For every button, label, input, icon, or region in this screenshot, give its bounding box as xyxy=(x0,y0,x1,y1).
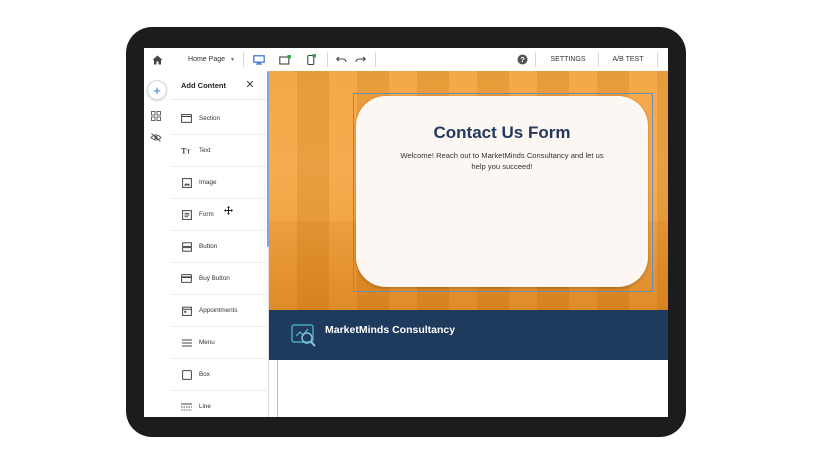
panel-item-label: Menu xyxy=(199,339,215,346)
panel-item-section[interactable]: Section xyxy=(172,103,267,135)
panel-item-label: Line xyxy=(199,403,211,410)
move-cursor-icon xyxy=(224,206,233,215)
form-icon xyxy=(181,209,192,220)
hero-section[interactable]: Contact Us Form Welcome! Reach out to Ma… xyxy=(269,71,668,310)
page-selector-label: Home Page xyxy=(188,56,225,63)
panel-item-label: Form xyxy=(199,211,214,218)
home-icon[interactable] xyxy=(149,48,165,71)
company-name: MarketMinds Consultancy xyxy=(325,324,456,336)
desktop-icon[interactable] xyxy=(250,48,268,71)
panel-item-text[interactable]: TT Text xyxy=(172,135,267,167)
panel-item-buy-button[interactable]: Buy Button xyxy=(172,263,267,295)
panel-item-label: Button xyxy=(199,243,218,250)
panel-item-form[interactable]: Form xyxy=(172,199,267,231)
panel-item-appointments[interactable]: Appointments xyxy=(172,295,267,327)
left-rail: + xyxy=(144,71,173,417)
tablet-add-icon[interactable] xyxy=(276,48,294,71)
panel-item-label: Appointments xyxy=(199,307,238,314)
page-canvas[interactable]: Contact Us Form Welcome! Reach out to Ma… xyxy=(269,71,668,417)
panel-item-label: Box xyxy=(199,371,210,378)
panel-item-label: Buy Button xyxy=(199,275,230,282)
toolbar-divider xyxy=(375,52,376,67)
editor-screen: Home Page ▼ ? SETTINGS A/B TEST + Add Co… xyxy=(144,48,668,417)
ab-test-button[interactable]: A/B TEST xyxy=(606,48,650,71)
contact-form-card[interactable]: Contact Us Form Welcome! Reach out to Ma… xyxy=(356,96,648,287)
panel-item-box[interactable]: Box xyxy=(172,359,267,391)
add-content-panel: Add Content ✕ Section TT Text Image Form… xyxy=(172,71,269,417)
form-title: Contact Us Form xyxy=(433,123,571,142)
layout-guide-line xyxy=(277,360,278,417)
ab-test-label: A/B TEST xyxy=(612,56,644,63)
toolbar-divider xyxy=(327,52,328,67)
help-icon[interactable]: ? xyxy=(514,48,530,71)
grid-icon[interactable] xyxy=(150,110,162,122)
text-icon: TT xyxy=(181,145,192,156)
settings-button[interactable]: SETTINGS xyxy=(544,48,592,71)
svg-text:T: T xyxy=(187,150,191,155)
panel-item-menu[interactable]: Menu xyxy=(172,327,267,359)
button-icon xyxy=(181,241,192,252)
panel-item-image[interactable]: Image xyxy=(172,167,267,199)
image-icon xyxy=(181,177,192,188)
panel-item-label: Text xyxy=(199,147,211,154)
toolbar-divider xyxy=(535,52,536,67)
top-toolbar: Home Page ▼ ? SETTINGS A/B TEST xyxy=(144,48,668,72)
box-icon xyxy=(181,369,192,380)
company-logo-icon xyxy=(291,322,318,349)
menu-icon xyxy=(181,337,192,348)
company-banner[interactable]: MarketMinds Consultancy xyxy=(269,310,668,360)
toolbar-divider xyxy=(657,52,658,67)
panel-item-line[interactable]: Line xyxy=(172,391,267,417)
eye-off-icon[interactable] xyxy=(150,131,162,143)
settings-label: SETTINGS xyxy=(550,56,586,63)
form-subtitle: Welcome! Reach out to MarketMinds Consul… xyxy=(400,151,604,171)
section-icon xyxy=(181,113,192,124)
toolbar-divider xyxy=(598,52,599,67)
panel-item-label: Image xyxy=(199,179,217,186)
plus-icon[interactable]: + xyxy=(147,80,167,100)
page-selector[interactable]: Home Page ▼ xyxy=(184,48,239,71)
line-icon xyxy=(181,401,192,412)
panel-header: Add Content ✕ xyxy=(172,71,268,100)
chevron-down-icon: ▼ xyxy=(230,56,235,63)
toolbar-divider xyxy=(243,52,244,67)
undo-icon[interactable] xyxy=(334,48,349,71)
calendar-icon xyxy=(181,305,192,316)
redo-icon[interactable] xyxy=(353,48,368,71)
panel-title: Add Content xyxy=(181,81,226,90)
mobile-icon[interactable] xyxy=(302,48,320,71)
panel-item-button[interactable]: Button xyxy=(172,231,267,263)
panel-item-label: Section xyxy=(199,115,221,122)
card-icon xyxy=(181,273,192,284)
close-icon[interactable]: ✕ xyxy=(244,78,256,91)
svg-text:?: ? xyxy=(520,55,525,64)
